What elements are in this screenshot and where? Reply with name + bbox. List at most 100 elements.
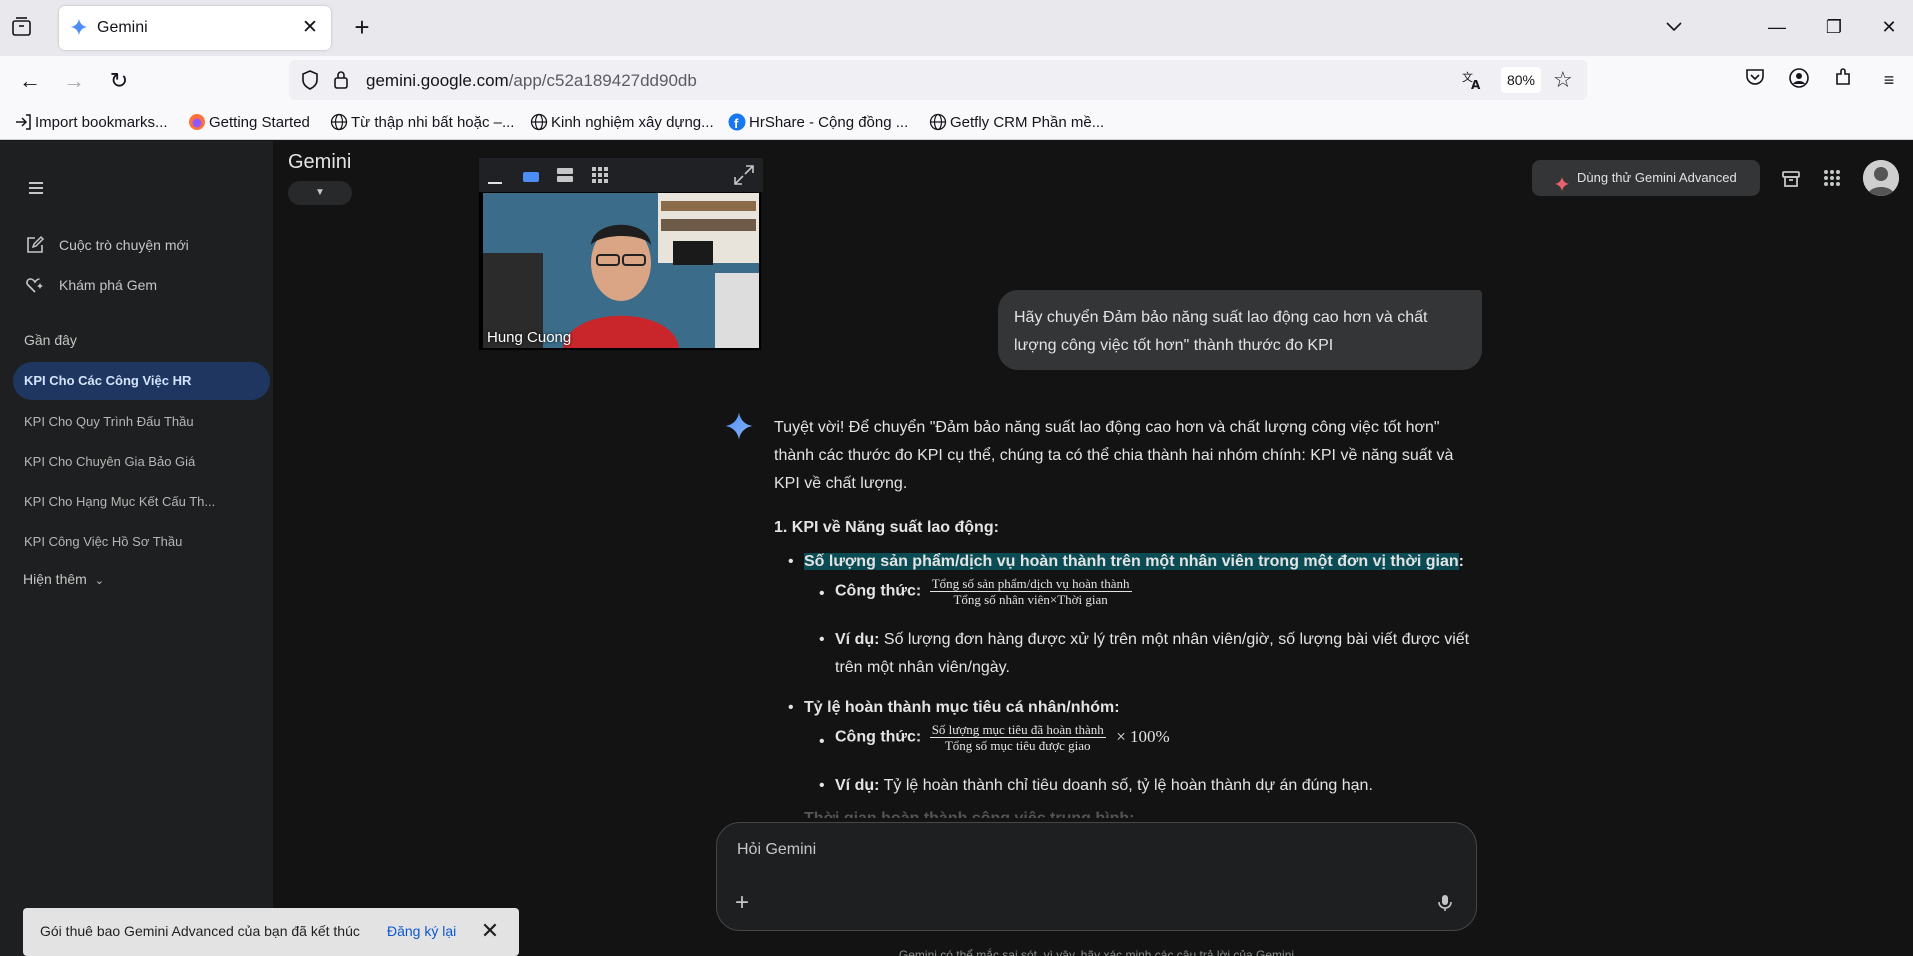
app-title: Gemini [288,151,352,173]
bookmark-item[interactable]: Kinh nghiệm xây dựng... [530,113,714,131]
bookmark-item[interactable]: Getfly CRM Phần mề... [929,113,1104,131]
recent-chat-item[interactable]: KPI Cho Hạng Mục Kết Cấu Th... [13,483,270,521]
example-label: Ví dụ: [835,777,880,794]
bullet-icon: • [788,553,794,570]
globe-icon [929,113,947,131]
import-icon [14,113,32,131]
prompt-input[interactable]: Hỏi Gemini [737,841,816,859]
recent-chat-item[interactable]: KPI Cho Quy Trình Đấu Thầu [13,403,270,441]
explore-gem-button[interactable]: Khám phá Gem [25,270,157,300]
example-label: Ví dụ: [835,631,880,648]
minimize-view-icon[interactable] [487,172,503,190]
formula-denominator: Tổng số nhân viên×Thời gian [953,592,1108,607]
reload-icon[interactable]: ↻ [106,68,132,94]
spark-icon [1554,170,1570,206]
restore-icon[interactable]: ❐ [1820,14,1848,40]
tab-gemini[interactable]: Gemini ✕ [59,6,331,50]
extensions-icon[interactable] [1831,67,1857,93]
snackbar-message: Gói thuê bao Gemini Advanced của bạn đã … [40,923,360,939]
grid-view-icon[interactable] [591,166,609,189]
translate-icon[interactable]: 文A [1461,69,1485,92]
kpi-item: Số lượng sản phẩm/dịch vụ hoàn thành trê… [804,553,1464,570]
formula-item: Công thức: Số lượng mục tiêu đã hoàn thà… [835,722,1475,753]
forward-icon[interactable]: → [61,68,87,94]
participant-video [483,193,759,348]
bookmarks-bar: Import bookmarks... Getting Started Từ t… [0,104,1913,140]
faded-next-item: Thời gian hoàn thành công việc trung bìn… [804,806,1404,818]
recent-heading: Gần đây [24,332,77,348]
minimize-icon[interactable]: — [1763,14,1791,40]
back-icon[interactable]: ← [17,68,43,94]
pocket-icon[interactable] [1742,67,1768,93]
new-chat-label: Cuộc trò chuyện mới [59,237,189,253]
chevron-down-icon: ⌄ [94,575,104,587]
show-more-button[interactable]: Hiện thêm ⌄ [23,571,104,587]
prompt-input-box[interactable]: Hỏi Gemini + [716,822,1477,931]
lock-icon[interactable] [333,70,349,95]
microphone-icon[interactable] [1437,893,1453,918]
model-dropdown[interactable]: ▼ [288,181,352,205]
formula-fraction: Tổng số sản phẩm/dịch vụ hoàn thành Tổng… [929,576,1132,607]
url-text[interactable]: gemini.google.com/app/c52a189427dd90db [366,71,697,91]
formula-item: Công thức: Tổng số sản phẩm/dịch vụ hoàn… [835,576,1475,607]
avatar[interactable] [1863,160,1899,196]
globe-icon [330,113,348,131]
formula-label: Công thức: [835,728,922,746]
kpi-title-highlighted: Số lượng sản phẩm/dịch vụ hoàn thành trê… [804,553,1459,570]
section-heading: 1. KPI về Năng suất lao động: [774,519,999,536]
tab-list-icon[interactable] [10,16,36,40]
response-intro: Tuyệt vời! Để chuyển "Đảm bảo năng suất … [774,419,1454,492]
close-icon[interactable]: ✕ [478,918,502,944]
resubscribe-link[interactable]: Đăng ký lại [387,923,456,939]
kpi-item: Tỷ lệ hoàn thành mục tiêu cá nhân/nhóm: [804,699,1120,716]
split-view-icon[interactable] [556,166,574,189]
recent-chat-item[interactable]: KPI Công Việc Hồ Sơ Thầu [13,523,270,561]
hamburger-menu-icon[interactable] [22,174,50,202]
address-bar[interactable]: gemini.google.com/app/c52a189427dd90db 文… [289,60,1587,100]
account-icon[interactable] [1786,67,1812,93]
bullet-icon: • [819,733,825,750]
bookmark-item[interactable]: Import bookmarks... [14,113,168,131]
browser-navbar: ← → ↻ gemini.google.com/app/c52a189427dd… [0,56,1913,104]
zoom-level-button[interactable]: 80% [1501,67,1541,93]
facebook-icon: f [728,113,746,131]
recent-chat-item[interactable]: KPI Cho Chuyên Gia Bảo Giá [13,443,270,481]
globe-icon [530,113,548,131]
bookmark-star-icon[interactable]: ☆ [1553,67,1573,93]
add-attachment-icon[interactable]: + [735,889,749,917]
formula-numerator: Tổng số sản phẩm/dịch vụ hoàn thành [929,576,1132,592]
bullet-icon: • [819,777,825,794]
bookmark-item[interactable]: Từ thập nhi bất hoặc –... [330,113,514,131]
list-all-tabs-icon[interactable] [1660,14,1688,40]
browser-tab-strip: Gemini ✕ + — ❐ ✕ [0,0,1913,56]
disclaimer-text: Gemini có thể mắc sai sót, vì vậy, hãy x… [898,948,1295,956]
video-call-overlay[interactable]: Hung Cuong [478,157,763,351]
explore-gem-label: Khám phá Gem [59,277,158,293]
app-menu-icon[interactable]: ≡ [1876,67,1902,93]
caret-down-icon: ▼ [315,187,325,198]
bullet-icon: • [819,585,825,602]
subscription-snackbar: Gói thuê bao Gemini Advanced của bạn đã … [23,908,519,956]
formula-suffix: × 100% [1116,726,1170,746]
gemini-spark-icon [724,411,754,446]
close-window-icon[interactable]: ✕ [1875,14,1903,40]
show-more-label: Hiện thêm [23,571,87,587]
archive-icon[interactable] [1777,164,1805,192]
apps-grid-icon[interactable] [1818,164,1846,192]
formula-fraction: Số lượng mục tiêu đã hoàn thành Tổng số … [929,722,1106,753]
expand-icon[interactable] [733,164,755,191]
single-view-icon[interactable] [522,170,540,188]
firefox-icon [188,113,206,131]
new-tab-button[interactable]: + [349,14,375,40]
example-item: Ví dụ: Số lượng đơn hàng được xử lý trên… [835,626,1475,682]
new-chat-button[interactable]: Cuộc trò chuyện mới [25,230,189,260]
example-text: Tỷ lệ hoàn thành chỉ tiêu doanh số, tỷ l… [883,777,1373,794]
video-toolbar [479,158,763,192]
tab-close-icon[interactable]: ✕ [299,17,321,39]
bookmark-item[interactable]: f HrShare - Cộng đồng ... [728,113,908,131]
try-gemini-advanced-button[interactable]: Dùng thử Gemini Advanced [1532,160,1760,196]
recent-chat-item[interactable]: KPI Cho Các Công Việc HR [13,362,270,400]
bookmark-item[interactable]: Getting Started [188,113,310,131]
shield-icon[interactable] [301,70,319,95]
tab-title: Gemini [97,19,148,36]
